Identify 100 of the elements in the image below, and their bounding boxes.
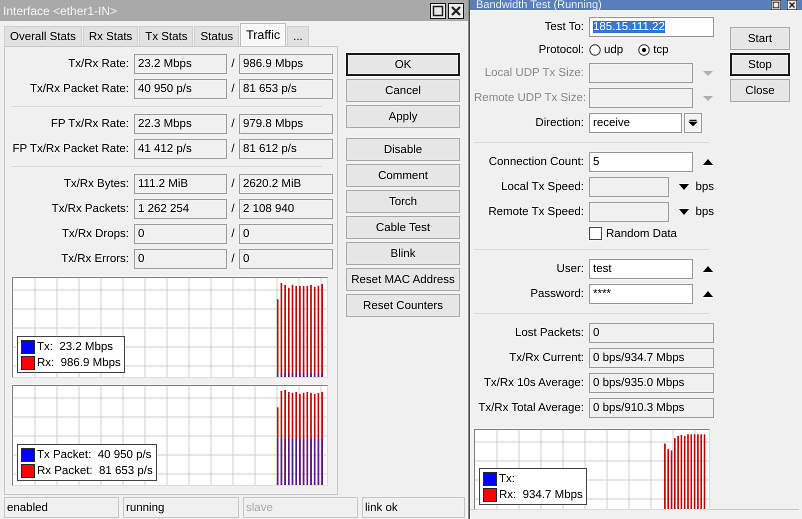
separator-label: / <box>230 178 236 190</box>
value-field: 22.3 Mbps <box>134 114 227 134</box>
tab[interactable]: Tx Stats <box>139 26 194 46</box>
legend-label: Rx: 986.9 Mbps <box>37 356 121 368</box>
value-field: 0 <box>134 224 227 244</box>
input-field[interactable]: 0 <box>589 323 714 343</box>
input-field[interactable]: **** <box>589 284 693 304</box>
action-button[interactable]: Reset Counters <box>346 294 460 317</box>
status-cell: link ok <box>362 497 465 518</box>
value-field: 0 <box>134 249 227 269</box>
input-field[interactable] <box>589 202 670 222</box>
input-field[interactable]: 0 bps/910.3 Mbps <box>589 398 714 418</box>
status-cell: running <box>123 497 239 518</box>
field-label: Password: <box>529 287 584 302</box>
window-title: Bandwidth Test (Running) <box>476 0 603 10</box>
value-field: 986.9 Mbps <box>239 54 333 74</box>
tab[interactable]: Overall Stats <box>4 26 82 46</box>
action-button[interactable]: Comment <box>346 164 460 187</box>
field-label: Tx/Rx Errors: <box>60 253 130 265</box>
tab[interactable]: ... <box>287 26 309 46</box>
close-icon[interactable] <box>785 0 799 10</box>
separator-label: / <box>230 228 236 240</box>
field-label: Connection Count: <box>488 155 584 170</box>
unit-label: bps <box>695 181 714 193</box>
field-label: FP Tx/Rx Packet Rate: <box>12 143 130 155</box>
tab[interactable]: Traffic <box>240 23 286 46</box>
tab[interactable]: Rx Stats <box>82 26 138 46</box>
input-field[interactable]: receive <box>589 113 682 133</box>
legend-label: Tx: 23.2 Mbps <box>37 340 114 352</box>
field-label: Test To: <box>544 20 584 35</box>
action-button[interactable]: Stop <box>730 53 790 76</box>
field-label: Local Tx Speed: <box>500 180 584 195</box>
field-label: User: <box>556 262 584 277</box>
value-field: 111.2 MiB <box>134 174 227 194</box>
action-button[interactable]: Torch <box>346 190 460 213</box>
separator-label: / <box>230 253 236 265</box>
checkbox-label: Random Data <box>606 228 677 240</box>
dropdown-icon[interactable] <box>684 113 702 133</box>
field-label: Local UDP Tx Size: <box>484 66 584 81</box>
action-button[interactable]: Close <box>730 79 790 102</box>
field-label: Tx/Rx Drops: <box>60 228 130 240</box>
field-label: Tx/Rx Total Average: <box>477 401 584 416</box>
value-field: 979.8 Mbps <box>239 114 333 134</box>
status-cell: slave <box>243 497 358 518</box>
action-button[interactable]: OK <box>346 53 460 76</box>
action-button[interactable]: Apply <box>346 105 460 128</box>
legend-label: Tx Packet: 40 950 p/s <box>37 448 152 460</box>
input-field[interactable]: 0 bps/935.0 Mbps <box>589 373 714 393</box>
field-label: Tx/Rx Current: <box>508 351 584 366</box>
input-field[interactable]: 185.15.111.22 <box>589 17 714 37</box>
option-label: tcp <box>653 44 669 56</box>
field-label: Tx/Rx Packet Rate: <box>28 83 130 95</box>
field-label: Lost Packets: <box>514 326 584 341</box>
action-button[interactable]: Cable Test <box>346 216 460 239</box>
option-label: udp <box>604 44 624 56</box>
legend-label: Rx Packet: 81 653 p/s <box>37 464 153 476</box>
field-label: Tx/Rx 10s Average: <box>482 376 584 391</box>
checkbox[interactable] <box>589 227 602 240</box>
field-label: Remote Tx Speed: <box>487 205 584 220</box>
radio-button[interactable] <box>638 44 650 56</box>
value-field: 0 <box>239 249 333 269</box>
unit-label: bps <box>695 206 714 218</box>
action-button[interactable]: Blink <box>346 242 460 265</box>
input-field[interactable]: 5 <box>589 152 693 172</box>
action-button[interactable]: Start <box>730 27 790 50</box>
value-field: 0 <box>239 224 333 244</box>
legend-label: Tx: <box>499 472 515 484</box>
action-button[interactable]: Cancel <box>346 79 460 102</box>
separator-label: / <box>230 143 236 155</box>
action-button[interactable]: Disable <box>346 138 460 161</box>
field-label: Tx/Rx Bytes: <box>62 178 130 190</box>
close-icon[interactable] <box>448 2 464 18</box>
separator-label: / <box>230 118 236 130</box>
maximize-icon[interactable] <box>430 2 446 18</box>
input-field[interactable]: test <box>589 259 693 279</box>
field-label: Direction: <box>534 116 584 131</box>
window-title: Interface <ether1-IN> <box>3 4 118 18</box>
input-field[interactable]: 0 bps/934.7 Mbps <box>589 348 714 368</box>
separator-label: / <box>230 203 236 215</box>
field-label: Tx/Rx Packets: <box>50 203 130 215</box>
tab[interactable]: Status <box>194 26 240 46</box>
field-label: Remote UDP Tx Size: <box>474 91 584 106</box>
maximize-icon[interactable] <box>769 0 783 10</box>
field-label: Protocol: <box>538 43 584 58</box>
status-cell: enabled <box>4 497 119 518</box>
field-label: FP Tx/Rx Rate: <box>50 118 130 130</box>
action-button[interactable]: Reset MAC Address <box>346 268 460 291</box>
value-field: 81 612 p/s <box>239 139 333 159</box>
value-field: 1 262 254 <box>134 199 227 219</box>
separator-label: / <box>230 83 236 95</box>
value-field: 2 108 940 <box>239 199 333 219</box>
value-field: 81 653 p/s <box>239 79 333 99</box>
input-field[interactable] <box>589 177 670 197</box>
radio-button[interactable] <box>589 44 601 56</box>
legend-label: Rx: 934.7 Mbps <box>499 488 583 500</box>
field-label: Tx/Rx Rate: <box>67 58 130 70</box>
value-field: 41 412 p/s <box>134 139 227 159</box>
value-field: 40 950 p/s <box>134 79 227 99</box>
value-field: 23.2 Mbps <box>134 54 227 74</box>
separator-label: / <box>230 58 236 70</box>
